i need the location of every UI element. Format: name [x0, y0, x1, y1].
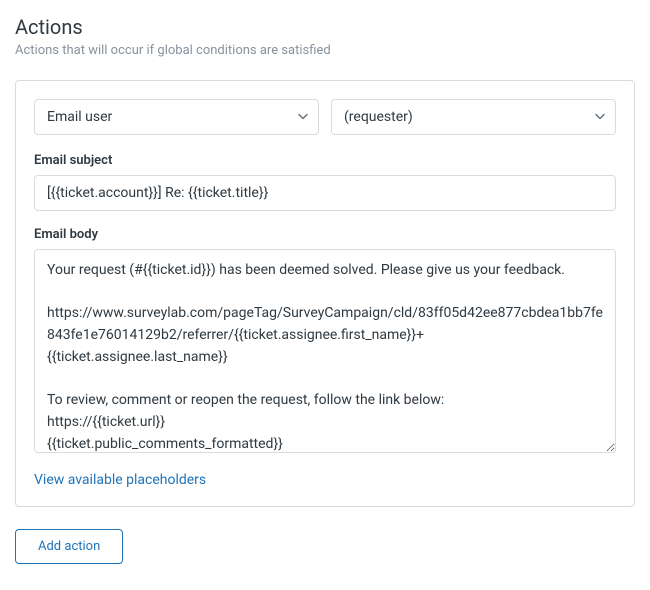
- add-action-button[interactable]: Add action: [15, 529, 123, 564]
- view-placeholders-link[interactable]: View available placeholders: [34, 472, 206, 488]
- email-subject-label: Email subject: [34, 153, 616, 168]
- action-panel: Email user (requester) Email subject Ema…: [15, 80, 635, 507]
- page-subtitle: Actions that will occur if global condit…: [15, 43, 635, 58]
- page-title: Actions: [15, 15, 635, 39]
- email-subject-input[interactable]: [34, 175, 616, 211]
- action-type-select-wrap: Email user: [34, 99, 319, 135]
- selects-row: Email user (requester): [34, 99, 616, 135]
- recipient-select-wrap: (requester): [331, 99, 616, 135]
- action-type-select[interactable]: Email user: [34, 99, 319, 135]
- recipient-select[interactable]: (requester): [331, 99, 616, 135]
- email-body-label: Email body: [34, 227, 616, 242]
- email-body-textarea[interactable]: [34, 249, 616, 453]
